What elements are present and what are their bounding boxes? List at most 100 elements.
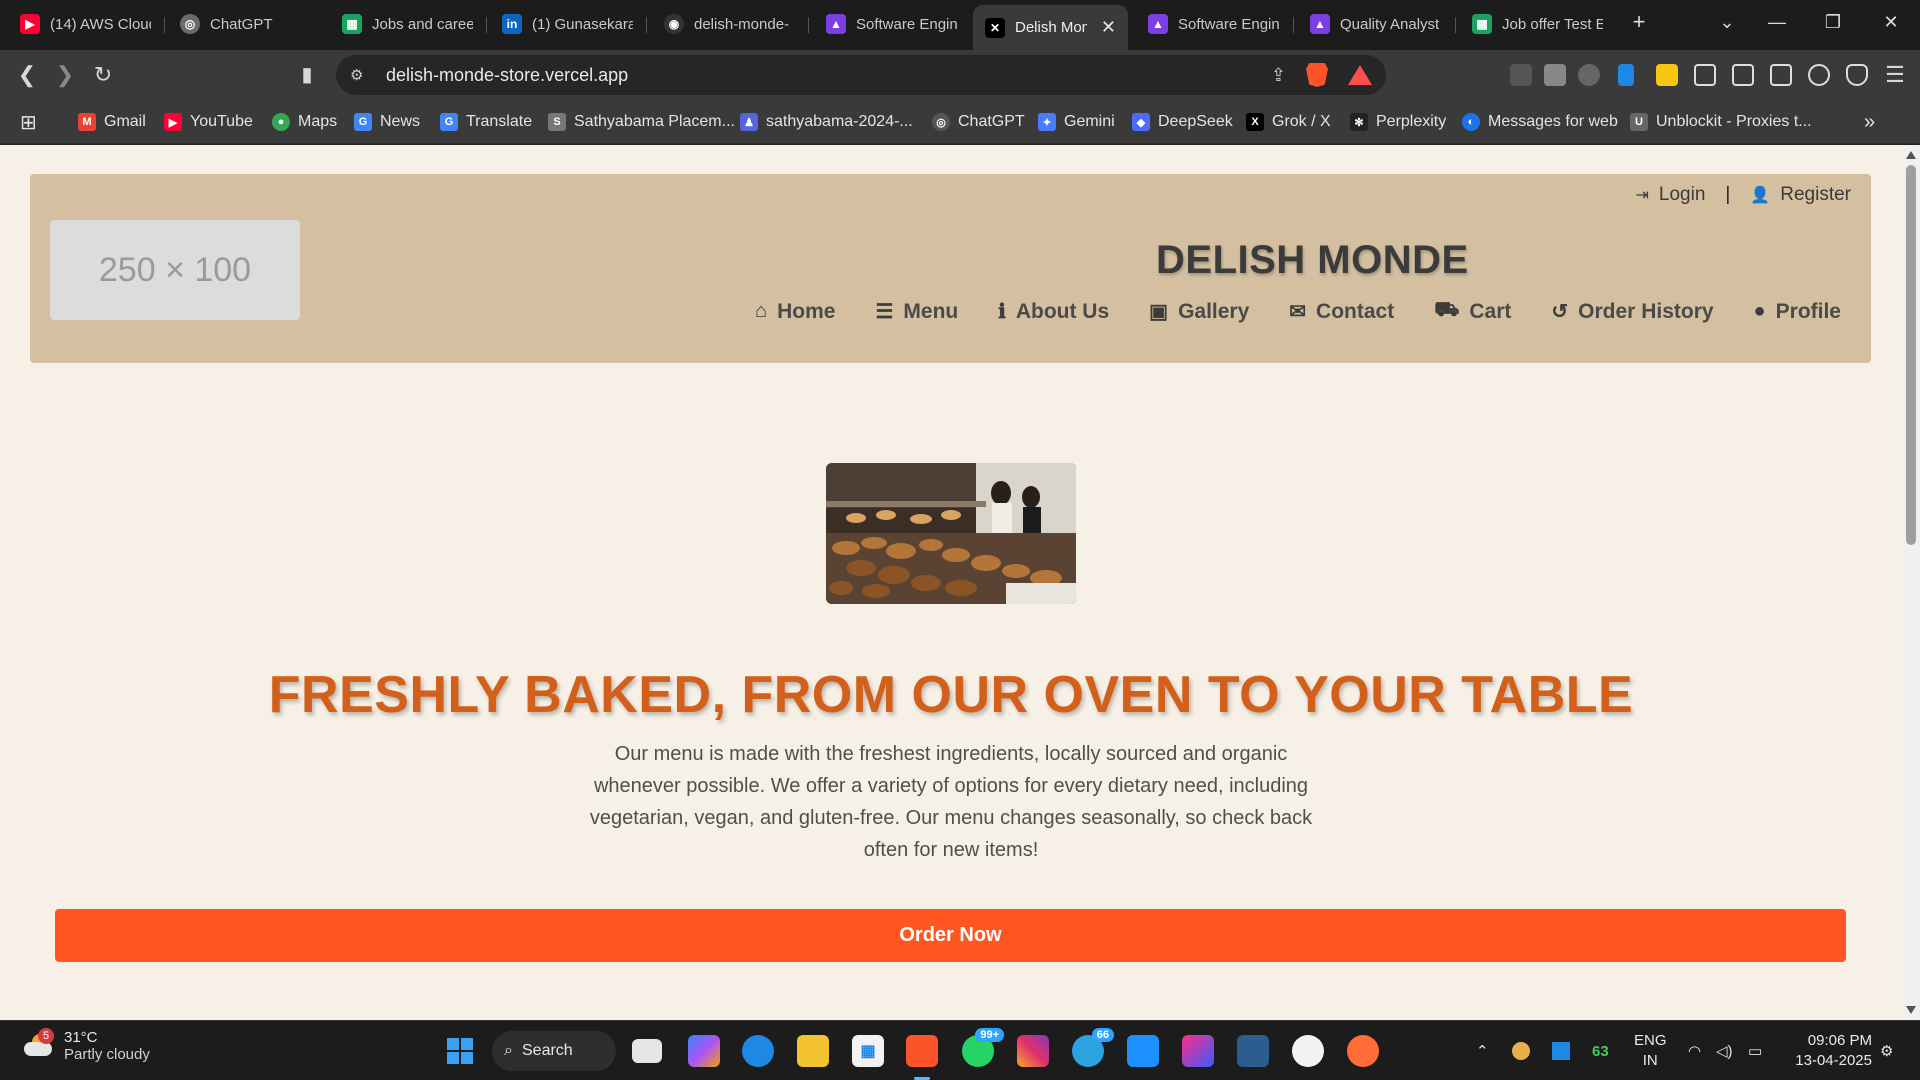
tray-app-icon[interactable] [1512, 1021, 1530, 1080]
nav-profile[interactable]: ● Profile [1754, 300, 1841, 324]
extension-icon[interactable] [1618, 64, 1634, 86]
sidebar-icon[interactable] [1732, 64, 1754, 86]
restore-icon[interactable]: ❐ [1820, 12, 1846, 33]
system-clock[interactable]: 09:06 PM 13-04-2025 [1786, 1031, 1872, 1071]
bookmark-youtube[interactable]: ▶ YouTube [164, 110, 253, 134]
bookmark-icon[interactable]: ▮ [292, 62, 322, 87]
bookmark-unblockit[interactable]: U Unblockit - Proxies t... [1630, 110, 1812, 134]
wallet-icon[interactable] [1770, 64, 1792, 86]
nav-gallery[interactable]: ▣ Gallery [1149, 299, 1249, 324]
logo-placeholder[interactable]: 250 × 100 [50, 220, 300, 320]
scroll-up-icon[interactable] [1906, 151, 1916, 159]
whatsapp-icon[interactable]: 99+ [962, 1028, 1004, 1067]
forward-icon[interactable]: ❯ [50, 62, 80, 88]
nav-contact[interactable]: ✉ Contact [1289, 299, 1394, 324]
nav-home[interactable]: ⌂ Home [755, 300, 835, 324]
menu-icon[interactable]: ☰ [1880, 62, 1910, 88]
bookmark-maps[interactable]: ● Maps [272, 110, 337, 134]
brave-shields-icon[interactable] [1306, 63, 1328, 87]
new-tab-button[interactable]: + [1626, 9, 1652, 35]
intellij-icon[interactable] [1182, 1035, 1214, 1067]
address-bar[interactable]: ⚙ delish-monde-store.vercel.app ⇪ [336, 55, 1386, 95]
apps-icon[interactable]: ⊞ [20, 110, 37, 134]
bookmark-chatgpt[interactable]: ◎ ChatGPT [932, 110, 1025, 134]
language-indicator[interactable]: ENG IN [1634, 1031, 1667, 1071]
url-text[interactable]: delish-monde-store.vercel.app [386, 65, 628, 86]
mysql-icon[interactable] [1237, 1035, 1269, 1067]
extension-icon[interactable] [1544, 64, 1566, 86]
close-window-icon[interactable]: ✕ [1878, 12, 1904, 33]
edge-icon[interactable] [742, 1035, 774, 1067]
page-viewport: 250 × 100 ⇥ Login | 👤 Register DELISH MO… [0, 145, 1902, 1020]
volume-icon[interactable]: ◁) [1716, 1021, 1733, 1080]
nav-order-history[interactable]: ↺ Order History [1551, 299, 1713, 324]
brave-icon[interactable] [906, 1035, 938, 1067]
scrollbar-thumb[interactable] [1906, 165, 1916, 545]
tab-aws-cloud[interactable]: ▶ (14) AWS Cloud [8, 5, 163, 43]
bookmark-sathyabama[interactable]: S Sathyabama Placem... [548, 110, 735, 134]
tab-github[interactable]: ◉ delish-monde- [652, 5, 807, 43]
bookmark-perplexity[interactable]: ✻ Perplexity [1350, 110, 1446, 134]
bookmark-messages[interactable]: ◐ Messages for web [1462, 110, 1618, 134]
image-icon: ▣ [1149, 301, 1169, 323]
wifi-icon[interactable]: ◠ [1688, 1021, 1701, 1080]
extension-icon[interactable] [1656, 64, 1678, 86]
scroll-down-icon[interactable] [1906, 1006, 1916, 1014]
show-hidden-icons[interactable]: ⌃ [1476, 1021, 1489, 1080]
tab-quality-analyst[interactable]: ▲ Quality Analyst [1298, 5, 1453, 43]
weather-widget[interactable]: 5 31°C Partly cloudy [22, 1028, 150, 1063]
windows-start-icon[interactable] [444, 1035, 476, 1067]
tab-chatgpt[interactable]: ◎ ChatGPT [168, 5, 328, 43]
tab-job-offer[interactable]: ▦ Job offer Test E [1460, 5, 1615, 43]
tab-title: ChatGPT [210, 15, 273, 33]
vscode-icon[interactable] [1127, 1035, 1159, 1067]
site-settings-icon[interactable]: ⚙ [350, 66, 370, 84]
brave-rewards-icon[interactable] [1348, 65, 1372, 85]
bookmark-deepseek[interactable]: ◆ DeepSeek [1132, 110, 1233, 134]
register-link[interactable]: 👤 Register [1750, 184, 1851, 206]
tab-search-icon[interactable]: ⌄ [1714, 12, 1740, 33]
reload-icon[interactable]: ↻ [88, 62, 118, 88]
copilot-icon[interactable] [688, 1035, 720, 1067]
order-now-button[interactable]: Order Now [55, 909, 1846, 962]
file-explorer-icon[interactable] [797, 1035, 829, 1067]
battery-icon[interactable]: ▭ [1748, 1021, 1762, 1080]
tab-linkedin[interactable]: in (1) Gunasekara [490, 5, 645, 43]
tray-app-icon[interactable] [1552, 1021, 1570, 1080]
puzzle-icon[interactable] [1694, 64, 1716, 86]
bookmark-sathyabama-2024[interactable]: ♟ sathyabama-2024-... [740, 110, 913, 134]
mongodb-icon[interactable] [1292, 1035, 1324, 1067]
telegram-icon[interactable]: 66 [1072, 1028, 1114, 1067]
tab-software-eng-2[interactable]: ▲ Software Engin [1136, 5, 1291, 43]
more-bookmarks-icon[interactable]: » [1864, 110, 1875, 134]
minimize-icon[interactable]: — [1764, 12, 1790, 33]
bookmark-grok[interactable]: X Grok / X [1246, 110, 1331, 134]
nav-menu[interactable]: ☰ Menu [875, 299, 958, 324]
close-tab-icon[interactable]: ✕ [1101, 17, 1116, 38]
login-link[interactable]: ⇥ Login [1635, 184, 1705, 206]
extension-icon[interactable] [1510, 64, 1532, 86]
leo-icon[interactable] [1808, 64, 1830, 86]
nav-cart[interactable]: ⛟ Cart [1434, 299, 1511, 324]
bookmark-news[interactable]: G News [354, 110, 420, 134]
bookmark-gemini[interactable]: ✦ Gemini [1038, 110, 1115, 134]
instagram-icon[interactable] [1017, 1035, 1049, 1067]
tab-jobs[interactable]: ▦ Jobs and caree [330, 5, 485, 43]
bookmark-translate[interactable]: G Translate [440, 110, 532, 134]
tab-title: (14) AWS Cloud [50, 15, 151, 33]
store-icon[interactable]: ▦ [852, 1035, 884, 1067]
taskbar-search[interactable]: ⌕ Search [492, 1031, 616, 1071]
tray-counter[interactable]: 63 [1592, 1021, 1609, 1080]
extension-icon[interactable] [1578, 64, 1600, 86]
tab-software-eng-1[interactable]: ▲ Software Engin [814, 5, 969, 43]
back-icon[interactable]: ❮ [12, 62, 42, 88]
share-icon[interactable]: ⇪ [1271, 65, 1286, 86]
task-view-icon[interactable] [632, 1039, 662, 1063]
bookmark-gmail[interactable]: M Gmail [78, 110, 146, 134]
postman-icon[interactable] [1347, 1035, 1379, 1067]
tab-delish-monde[interactable]: ✕ Delish Mon ✕ [973, 5, 1128, 50]
page-scrollbar[interactable] [1902, 145, 1920, 1020]
vpn-icon[interactable] [1846, 64, 1868, 86]
nav-about-us[interactable]: ℹ About Us [998, 299, 1109, 324]
notifications-icon[interactable]: ⚙ [1880, 1021, 1893, 1080]
